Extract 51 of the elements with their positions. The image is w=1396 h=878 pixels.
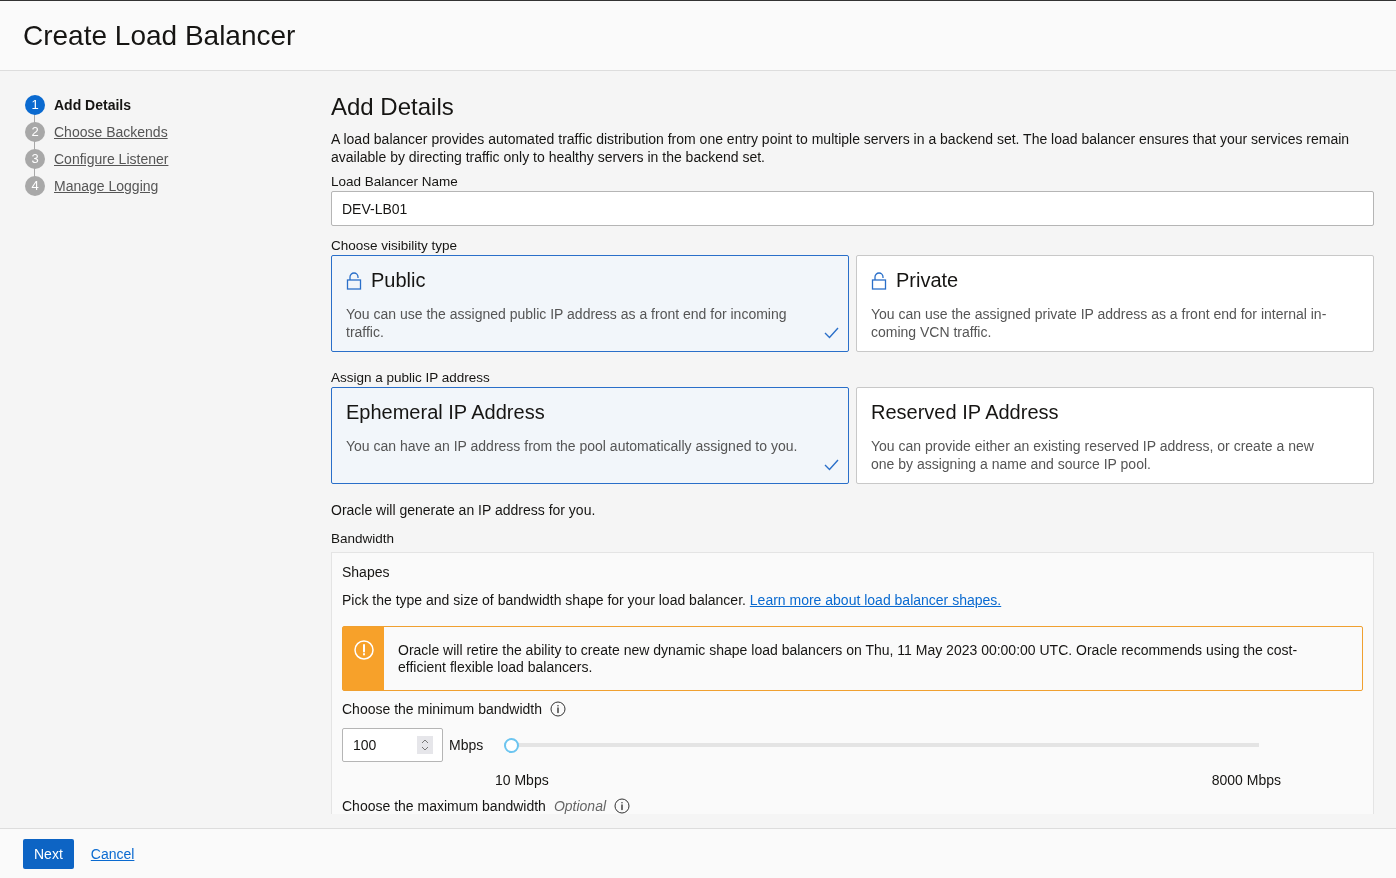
- step-link[interactable]: Add Details: [54, 96, 131, 113]
- warning-text: Oracle will retire the ability to create new dynamic shape load balancers on Thu, 11 May 2023 00:00:00 UTC. Oracle recommends using the cost-efficient flexible load balancers.: [397, 641, 1299, 677]
- warning-icon: [353, 640, 374, 660]
- ip-note: Oracle will generate an IP address for you.: [331, 502, 597, 518]
- option-title: Private: [896, 269, 959, 292]
- spinner-icon[interactable]: [417, 736, 433, 754]
- option-card[interactable]: Ephemeral IP Address You can have an IP address from the pool automatically assigned to you.: [331, 387, 849, 484]
- page-title: Create Load Balancer: [23, 19, 296, 52]
- shapes-description: Pick the type and size of bandwidth shape for your load balancer. Learn more about load balancer shapes.: [342, 592, 1003, 608]
- min-label: 10 Mbps: [495, 772, 549, 788]
- info-icon[interactable]: [550, 701, 566, 717]
- lock-icon: [346, 271, 362, 290]
- next-button[interactable]: Next: [23, 838, 74, 869]
- step-number: 1: [25, 94, 45, 115]
- cancel-link[interactable]: Cancel: [90, 845, 135, 862]
- option-description: You can use the assigned public IP address as a front end for incoming traffic.: [346, 305, 788, 341]
- slider-thumb[interactable]: [504, 737, 520, 753]
- option-description: You can have an IP address from the pool automatically assigned to you.: [346, 437, 799, 455]
- option-title: Reserved IP Address: [871, 401, 1059, 424]
- option-description: You can provide either an existing reserved IP address, or create a new one by assigning a name and source IP pool.: [871, 437, 1315, 473]
- field-label: Assign a public IP address: [331, 370, 491, 385]
- option-description: You can use the assigned private IP address as a front end for internal in-coming VCN traffic.: [871, 305, 1328, 341]
- field-label: Choose visibility type: [331, 238, 459, 253]
- lock-icon: [871, 271, 887, 290]
- step-link[interactable]: Choose Backends: [54, 123, 168, 140]
- unit-label: Mbps: [449, 737, 484, 753]
- field-label: Choose the minimum bandwidth: [342, 701, 542, 717]
- field-label: Choose the maximum bandwidth: [342, 798, 546, 814]
- step-number: 2: [25, 121, 45, 142]
- option-title: Public: [371, 269, 426, 292]
- step-number: 4: [25, 175, 45, 196]
- max-label: 8000 Mbps: [1211, 772, 1281, 788]
- option-card[interactable]: Public You can use the assigned public IP address as a front end for incoming traffic.: [331, 255, 849, 352]
- section-heading: Add Details: [331, 93, 455, 121]
- check-icon: [824, 459, 839, 471]
- option-card[interactable]: Reserved IP Address You can provide either an existing reserved IP address, or create a new one by assigning a name and source IP pool.: [856, 387, 1374, 484]
- option-card[interactable]: Private You can use the assigned private IP address as a front end for internal in-coming VCN traffic.: [856, 255, 1374, 352]
- info-icon[interactable]: [614, 798, 631, 814]
- step-link[interactable]: Manage Logging: [54, 177, 159, 194]
- option-title: Ephemeral IP Address: [346, 401, 545, 424]
- step-number: 3: [25, 148, 45, 169]
- number-field[interactable]: 100: [342, 728, 443, 762]
- check-icon: [824, 327, 839, 339]
- name-field[interactable]: DEV-LB01: [331, 191, 1374, 226]
- learn-more-link[interactable]: Learn more about load balancer shapes.: [749, 592, 1002, 608]
- step-link[interactable]: Configure Listener: [54, 150, 169, 167]
- field-label: Load Balancer Name: [331, 174, 459, 189]
- shapes-label: Shapes: [342, 564, 391, 580]
- section-description: A load balancer provides automated traffic distribution from one entry point to multiple servers in a backend set. The load balancer ensures that your services remain available by directing traffic only to healthy servers in the backend set.: [331, 130, 1351, 166]
- optional-label: Optional: [553, 798, 607, 814]
- field-label: Bandwidth: [331, 531, 396, 546]
